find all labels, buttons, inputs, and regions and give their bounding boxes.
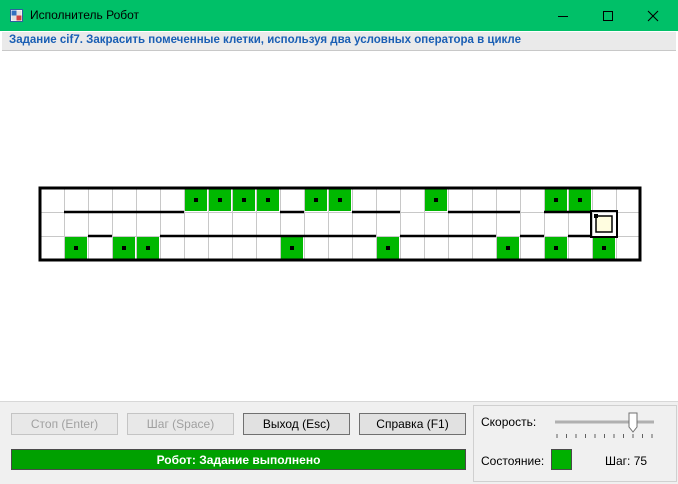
robot-field xyxy=(38,186,642,262)
cell-marker xyxy=(194,198,198,202)
cell-marker xyxy=(242,198,246,202)
cell-marker xyxy=(602,246,606,250)
step-counter: Шаг: 75 xyxy=(605,454,648,468)
title-bar: Исполнитель Робот xyxy=(0,0,678,31)
field-area xyxy=(0,51,678,401)
close-icon xyxy=(647,10,659,21)
cell-marker xyxy=(578,198,582,202)
cell-marker xyxy=(146,246,150,250)
speed-slider[interactable] xyxy=(552,410,660,442)
cell-marker xyxy=(554,198,558,202)
minimize-button[interactable] xyxy=(540,0,586,31)
help-button[interactable]: Справка (F1) xyxy=(359,413,466,435)
slider-thumb[interactable] xyxy=(628,412,638,433)
speed-label: Скорость: xyxy=(481,415,537,429)
close-button[interactable] xyxy=(630,0,676,31)
task-description: Задание cif7. Закрасить помеченные клетк… xyxy=(9,34,521,46)
cell-marker xyxy=(290,246,294,250)
task-header: Задание cif7. Закрасить помеченные клетк… xyxy=(2,32,676,51)
cell-marker xyxy=(506,246,510,250)
app-grid-icon xyxy=(10,9,23,22)
robot-marker xyxy=(594,214,598,218)
cell-marker xyxy=(338,198,342,202)
window-title: Исполнитель Робот xyxy=(30,8,140,22)
robot-icon xyxy=(595,215,613,233)
state-indicator xyxy=(551,449,572,470)
minimize-icon xyxy=(558,15,568,17)
step-button[interactable]: Шаг (Space) xyxy=(127,413,234,435)
maximize-icon xyxy=(603,10,613,21)
cell-marker xyxy=(74,246,78,250)
cell-marker xyxy=(554,246,558,250)
exit-button[interactable]: Выход (Esc) xyxy=(243,413,350,435)
slider-ticks xyxy=(556,434,653,438)
status-bar: Робот: Задание выполнено xyxy=(11,449,466,470)
cell-marker xyxy=(266,198,270,202)
state-label: Состояние: xyxy=(481,454,545,468)
maximize-button[interactable] xyxy=(585,0,631,31)
cell-marker xyxy=(122,246,126,250)
cell-marker xyxy=(218,198,222,202)
cell-marker xyxy=(434,198,438,202)
stop-button[interactable]: Стоп (Enter) xyxy=(11,413,118,435)
cell-marker xyxy=(314,198,318,202)
status-message: Робот: Задание выполнено xyxy=(156,452,321,467)
cell-marker xyxy=(386,246,390,250)
